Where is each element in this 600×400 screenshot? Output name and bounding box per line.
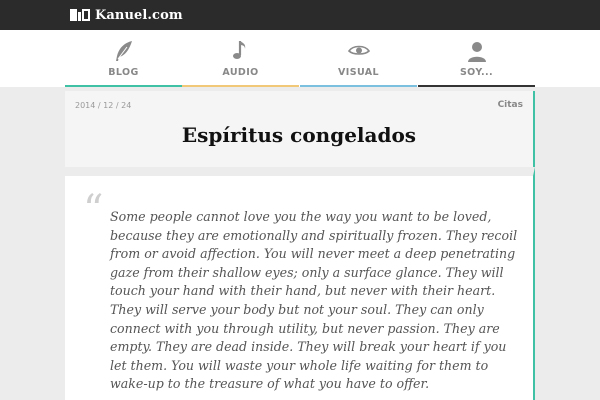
site-name: Kanuel.com: [95, 7, 183, 23]
nav-accent-visual: [300, 85, 417, 87]
main-nav: BLOG AUDIO VISUAL SOY...: [0, 30, 600, 87]
eye-icon: [347, 45, 370, 55]
nav-label-audio: AUDIO: [222, 67, 259, 78]
nav-label-visual: VISUAL: [338, 67, 379, 78]
quill-icon: [115, 41, 132, 61]
nav-accent-soy: [418, 85, 535, 87]
post-quote: Some people cannot love you the way you …: [110, 209, 518, 392]
nav-item-soy[interactable]: SOY...: [418, 30, 535, 87]
nav-accent-blog: [65, 85, 182, 87]
post-header: 2014 / 12 / 24 Citas Espíritus congelado…: [65, 91, 535, 167]
nav-label-blog: BLOG: [108, 67, 139, 78]
site-logo[interactable]: Kanuel.com: [70, 6, 183, 24]
nav-item-blog[interactable]: BLOG: [65, 30, 182, 87]
logo-mark-icon: [70, 9, 90, 21]
post-date: 2014 / 12 / 24: [75, 101, 132, 110]
post-category[interactable]: Citas: [498, 100, 523, 110]
nav-accent-audio: [182, 85, 299, 87]
user-icon: [467, 42, 486, 62]
music-note-icon: [232, 41, 245, 59]
post-title: Espíritus congelados: [181, 123, 417, 147]
nav-item-audio[interactable]: AUDIO: [182, 30, 299, 87]
post-body: “ Some people cannot love you the way yo…: [65, 167, 535, 400]
nav-label-soy: SOY...: [459, 67, 494, 78]
quote-mark-icon: “: [83, 187, 104, 233]
top-bar: Kanuel.com: [0, 0, 600, 30]
nav-item-visual[interactable]: VISUAL: [300, 30, 417, 87]
